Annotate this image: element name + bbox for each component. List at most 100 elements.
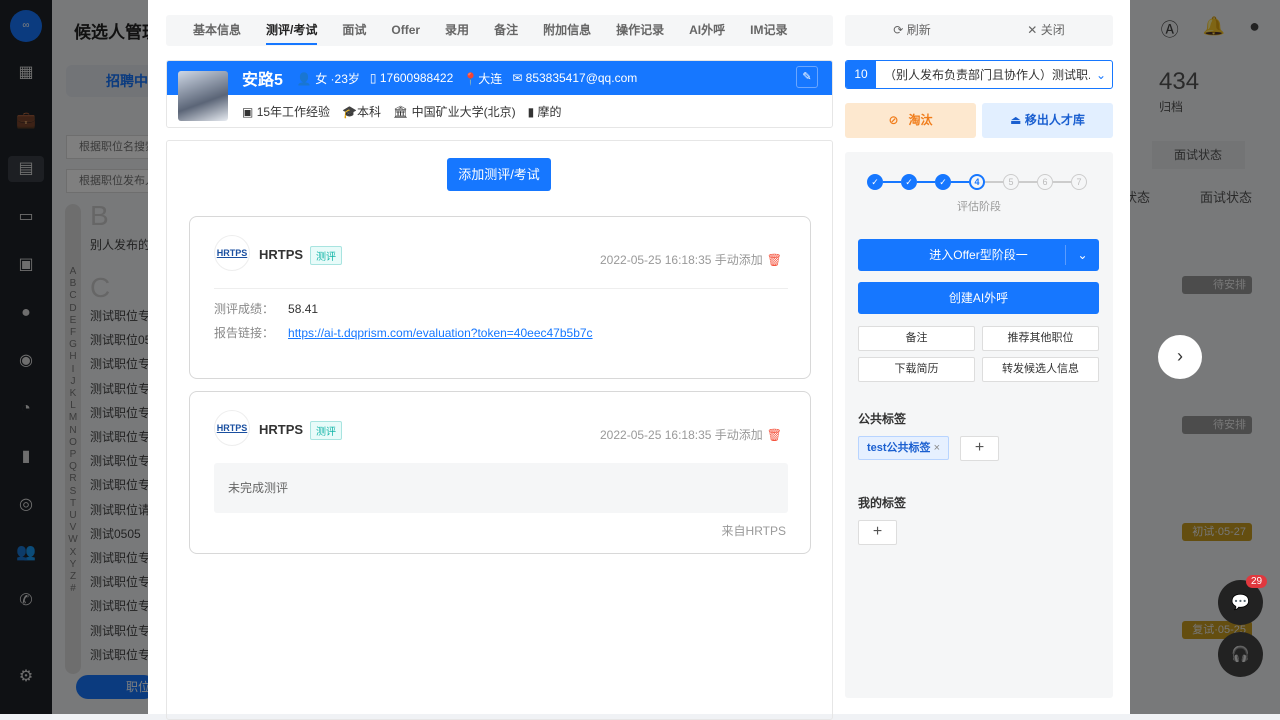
ban-icon: ⊘ <box>888 113 899 127</box>
forward-candidate-button[interactable]: 转发候选人信息 <box>982 357 1099 382</box>
reject-button[interactable]: ⊘ 淘汰 <box>845 103 976 138</box>
vendor-logo: HRTPS <box>214 410 250 446</box>
trash-icon[interactable]: 🗑 <box>767 428 782 442</box>
city: 📍大连 <box>463 71 503 86</box>
chevron-right-icon: › <box>1177 346 1183 366</box>
tab-item[interactable]: AI外呼 <box>689 15 725 46</box>
step-check-icon: ✓ <box>901 174 917 190</box>
add-assessment-button[interactable]: 添加测评/考试 <box>447 158 551 191</box>
public-tags-title: 公共标签 <box>858 412 907 426</box>
tab-item[interactable]: 附加信息 <box>543 15 591 46</box>
remove-tag-icon[interactable]: × <box>934 442 940 454</box>
school: 🏛 中国矿业大学(北京) <box>393 105 516 119</box>
step-5: 5 <box>1003 174 1019 190</box>
assessment-status: 未完成测评 <box>214 463 788 513</box>
refresh-button[interactable]: ⟳ 刷新 <box>845 15 979 46</box>
my-tags-title: 我的标签 <box>858 496 907 510</box>
create-ai-call-button[interactable]: 创建AI外呼 <box>858 282 1099 314</box>
right-panel: 10 （别人发布负责部门且协作人）测试职... ⌄ ⊘ 淘汰 ⏏ 移出人才库 ✓… <box>845 60 1113 698</box>
institution-icon: 🏛 <box>393 105 409 119</box>
trash-icon[interactable]: 🗑 <box>767 253 782 267</box>
score-label: 测评成绩： <box>214 302 275 316</box>
tab-item[interactable]: 备注 <box>494 15 518 46</box>
remove-from-pool-button[interactable]: ⏏ 移出人才库 <box>982 103 1113 138</box>
action-bar: ⟳ 刷新 ✕ 关闭 <box>845 15 1113 46</box>
candidate-modal: 基本信息 测评/考试 面试 Offer 录用 备注 附加信息 操作记录 AI外呼 IM记录 ⟳ 刷… <box>148 0 1130 720</box>
pencil-icon: ✎ <box>802 71 812 83</box>
mail-icon: ✉ <box>512 71 523 85</box>
step-connector <box>917 181 935 183</box>
tab-item[interactable]: 测评/考试 <box>266 15 318 46</box>
step-connector <box>883 181 901 183</box>
close-button[interactable]: ✕ 关闭 <box>979 15 1113 46</box>
type-badge: 测评 <box>310 246 342 265</box>
report-link[interactable]: https://ai-t.dqprism.com/evaluation?toke… <box>288 326 593 340</box>
headset-icon: 🎧 <box>1231 646 1250 663</box>
support-button[interactable]: 🎧 <box>1218 632 1263 677</box>
step-check-icon: ✓ <box>935 174 951 190</box>
report-link-label: 报告链接： <box>214 326 275 340</box>
recommend-job-button[interactable]: 推荐其他职位 <box>982 326 1099 351</box>
added-time: 2022-05-25 16:18:35 手动添加 <box>600 253 763 267</box>
step-4: 4 <box>969 174 985 190</box>
vendor-logo: HRTPS <box>214 235 250 271</box>
tab-item[interactable]: 录用 <box>445 15 469 46</box>
candidate-header: 安路5 👤 女 ·23岁 ▯ 17600988422 📍大连 ✉ 8538354… <box>166 60 833 128</box>
add-public-tag-button[interactable]: + <box>960 436 999 461</box>
major: ▮ 摩的 <box>527 105 562 119</box>
step-connector <box>1019 181 1037 183</box>
step-check-icon: ✓ <box>867 174 883 190</box>
step-connector <box>951 181 969 183</box>
gender-age: 👤 女 ·23岁 <box>296 71 360 86</box>
added-time: 2022-05-25 16:18:35 手动添加 <box>600 428 763 442</box>
tab-item[interactable]: 面试 <box>342 15 366 46</box>
edit-button[interactable]: ✎ <box>796 66 818 88</box>
refresh-icon: ⟳ <box>893 23 907 37</box>
book-icon: ▮ <box>527 105 535 119</box>
person-icon: 👤 <box>296 71 312 86</box>
tab-item[interactable]: 操作记录 <box>616 15 664 46</box>
job-select[interactable]: 10 （别人发布负责部门且协作人）测试职... ⌄ <box>845 60 1113 89</box>
enter-offer-stage-button[interactable]: 进入Offer型阶段一 ⌄ <box>858 239 1099 271</box>
location-icon: 📍 <box>463 71 479 86</box>
step-connector <box>985 181 1003 183</box>
job-index: 10 <box>846 61 876 88</box>
upload-icon: ⏏ <box>1010 113 1022 127</box>
chevron-down-icon[interactable]: ⌄ <box>1065 245 1099 265</box>
tab-item[interactable]: Offer <box>391 15 420 46</box>
tab-item[interactable]: 基本信息 <box>193 15 241 46</box>
assessment-card: HRTPS HRTPS 测评 2022-05-25 16:18:35 手动添加 🗑… <box>189 216 811 379</box>
chevron-down-icon: ⌄ <box>1095 67 1107 82</box>
avatar <box>178 71 228 121</box>
assessment-card: HRTPS HRTPS 测评 2022-05-25 16:18:35 手动添加 🗑… <box>189 391 811 554</box>
step-connector <box>1053 181 1071 183</box>
download-resume-button[interactable]: 下载简历 <box>858 357 975 382</box>
next-candidate-button[interactable]: › <box>1158 335 1202 379</box>
job-name: （别人发布负责部门且协作人）测试职... <box>884 68 1090 82</box>
add-my-tag-button[interactable]: + <box>858 520 897 545</box>
tab-bar: 基本信息 测评/考试 面试 Offer 录用 备注 附加信息 操作记录 AI外呼 IM记录 <box>166 15 833 46</box>
assessment-source: 来自HRTPS <box>721 524 786 538</box>
email: ✉ 853835417@qq.com <box>512 71 638 85</box>
type-badge: 测评 <box>310 421 342 440</box>
experience: ▣ 15年工作经验 <box>242 105 331 119</box>
chat-icon: 💬 <box>1231 594 1250 611</box>
note-button[interactable]: 备注 <box>858 326 975 351</box>
step-7: 7 <box>1071 174 1087 190</box>
stage-panel: ✓ ✓ ✓ 4 5 6 7 评估阶段 进入Offer型阶段一 ⌄ 创建AI外呼 备注 推荐其他… <box>845 152 1113 698</box>
divider <box>214 288 788 289</box>
current-stage-label: 评估阶段 <box>957 201 1001 213</box>
phone: ▯ 17600988422 <box>369 71 454 85</box>
close-icon: ✕ <box>1027 23 1041 37</box>
degree: 🎓本科 <box>342 105 382 119</box>
step-6: 6 <box>1037 174 1053 190</box>
tab-item[interactable]: IM记录 <box>750 15 787 46</box>
score-value: 58.41 <box>288 302 319 316</box>
graduation-cap-icon: 🎓 <box>342 105 357 119</box>
vendor-name: HRTPS <box>259 422 304 437</box>
candidate-name: 安路5 <box>242 72 283 89</box>
briefcase-icon: ▣ <box>242 105 254 119</box>
public-tag: test公共标签 × <box>858 436 950 460</box>
stage-stepper: ✓ ✓ ✓ 4 5 6 7 <box>867 174 1087 190</box>
vendor-name: HRTPS <box>259 247 304 262</box>
